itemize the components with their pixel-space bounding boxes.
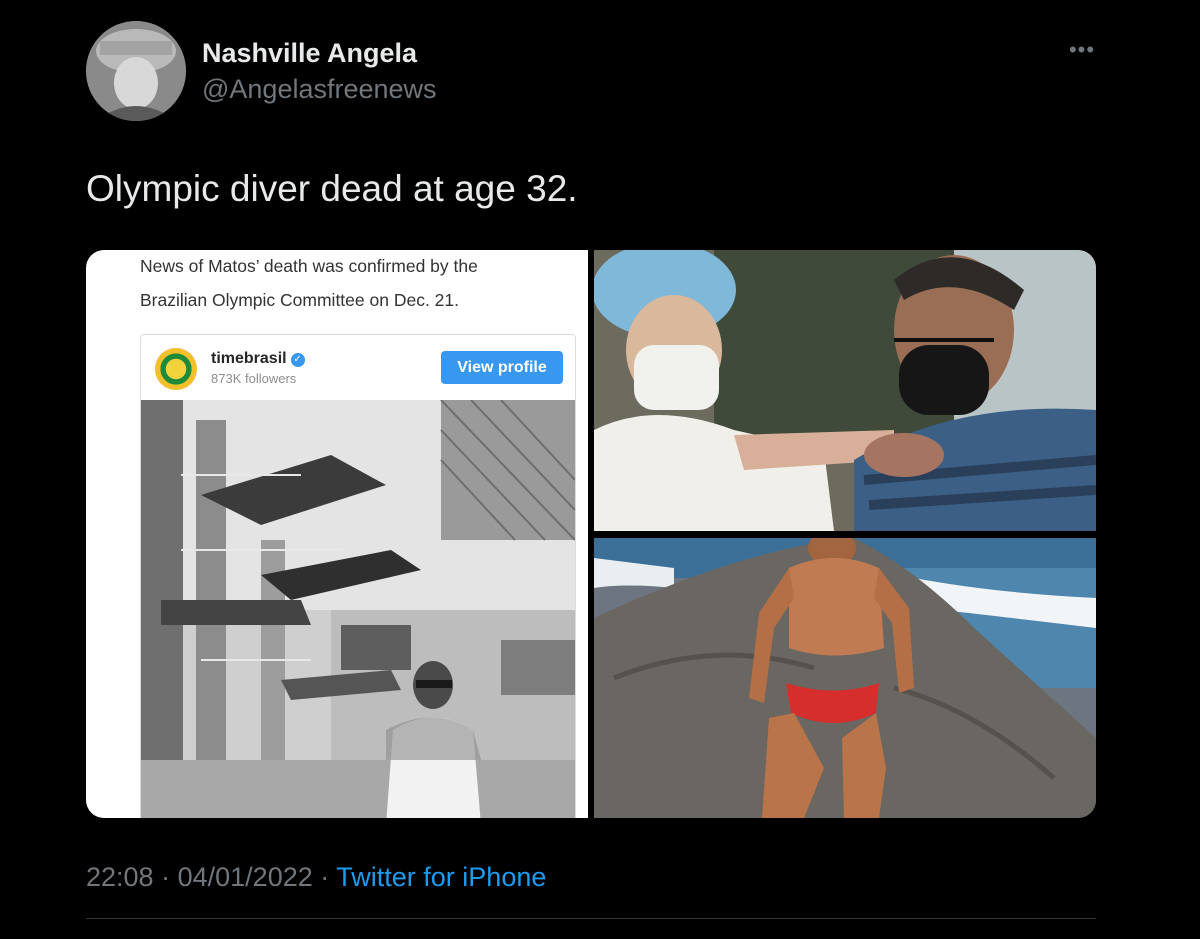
meta-separator-2: · bbox=[320, 862, 330, 892]
article-line-2: Brazilian Olympic Committee on Dec. 21. bbox=[140, 290, 459, 310]
tweet-date[interactable]: 04/01/2022 bbox=[178, 862, 313, 892]
tweet-source-link[interactable]: Twitter for iPhone bbox=[336, 862, 546, 892]
view-profile-button: View profile bbox=[441, 351, 563, 384]
media-vaccination-photo[interactable] bbox=[594, 250, 1096, 531]
media-beach-photo[interactable] bbox=[594, 538, 1096, 818]
ig-followers-count: 873K followers bbox=[211, 371, 297, 386]
ig-account-name-text: timebrasil bbox=[211, 350, 287, 367]
media-article-screenshot[interactable]: News of Matos’ death was confirmed by th… bbox=[86, 250, 588, 818]
verified-badge-icon: ✓ bbox=[290, 353, 305, 367]
tweet-time[interactable]: 22:08 bbox=[86, 862, 154, 892]
author-avatar[interactable] bbox=[86, 21, 186, 121]
more-horizontal-icon: ••• bbox=[1068, 37, 1096, 62]
timebrasil-logo bbox=[155, 348, 197, 390]
author-handle[interactable]: @Angelasfreenews bbox=[202, 74, 437, 105]
avatar-image bbox=[86, 21, 186, 121]
diving-platform-photo bbox=[141, 400, 575, 818]
meta-separator: · bbox=[161, 862, 171, 892]
tweet-timestamp: 22:08 · 04/01/2022 · Twitter for iPhone bbox=[86, 862, 546, 893]
media-grid: News of Matos’ death was confirmed by th… bbox=[86, 250, 1096, 818]
beach-photo-image bbox=[594, 538, 1096, 818]
article-line-1: News of Matos’ death was confirmed by th… bbox=[140, 256, 478, 276]
author-display-name[interactable]: Nashville Angela bbox=[202, 38, 417, 69]
ig-account-name: timebrasil ✓ bbox=[211, 350, 305, 368]
tweet-text: Olympic diver dead at age 32. bbox=[86, 168, 578, 209]
divider bbox=[86, 918, 1096, 919]
more-options-button[interactable]: ••• bbox=[1064, 38, 1100, 68]
vaccination-photo-image bbox=[594, 250, 1096, 531]
instagram-embed-card: timebrasil ✓ 873K followers View profile bbox=[140, 334, 576, 818]
